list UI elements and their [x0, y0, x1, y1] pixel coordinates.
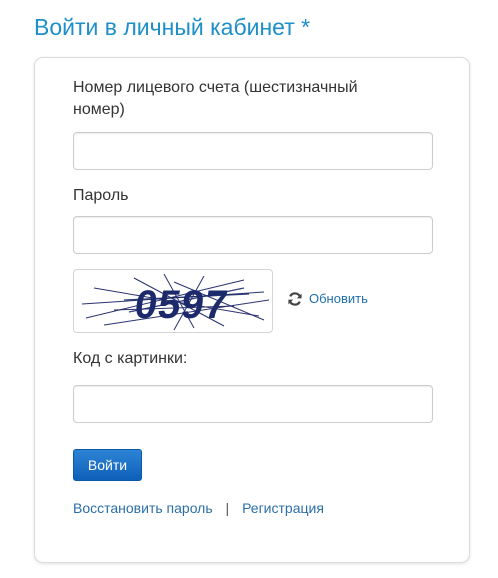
captcha-text: 0597: [132, 282, 231, 327]
link-separator: |: [225, 500, 230, 516]
login-button[interactable]: Войти: [73, 449, 142, 481]
login-panel: Номер лицевого счета (шестизначный номер…: [34, 57, 470, 563]
footer-links: Восстановить пароль | Регистрация: [73, 498, 324, 518]
captcha-code-label: Код с картинки:: [73, 350, 188, 367]
captcha-code-input[interactable]: [73, 385, 433, 423]
register-link[interactable]: Регистрация: [242, 500, 324, 516]
page-title: Войти в личный кабинет *: [34, 14, 311, 40]
captcha-image: 0597: [73, 269, 273, 333]
refresh-icon: [287, 291, 303, 307]
account-number-input[interactable]: [73, 132, 433, 170]
account-number-label: Номер лицевого счета (шестизначный номер…: [73, 79, 358, 118]
refresh-captcha-link[interactable]: Обновить: [287, 290, 368, 308]
password-input[interactable]: [73, 216, 433, 254]
password-label: Пароль: [73, 187, 129, 204]
refresh-label: Обновить: [309, 291, 368, 306]
restore-password-link[interactable]: Восстановить пароль: [73, 500, 213, 516]
